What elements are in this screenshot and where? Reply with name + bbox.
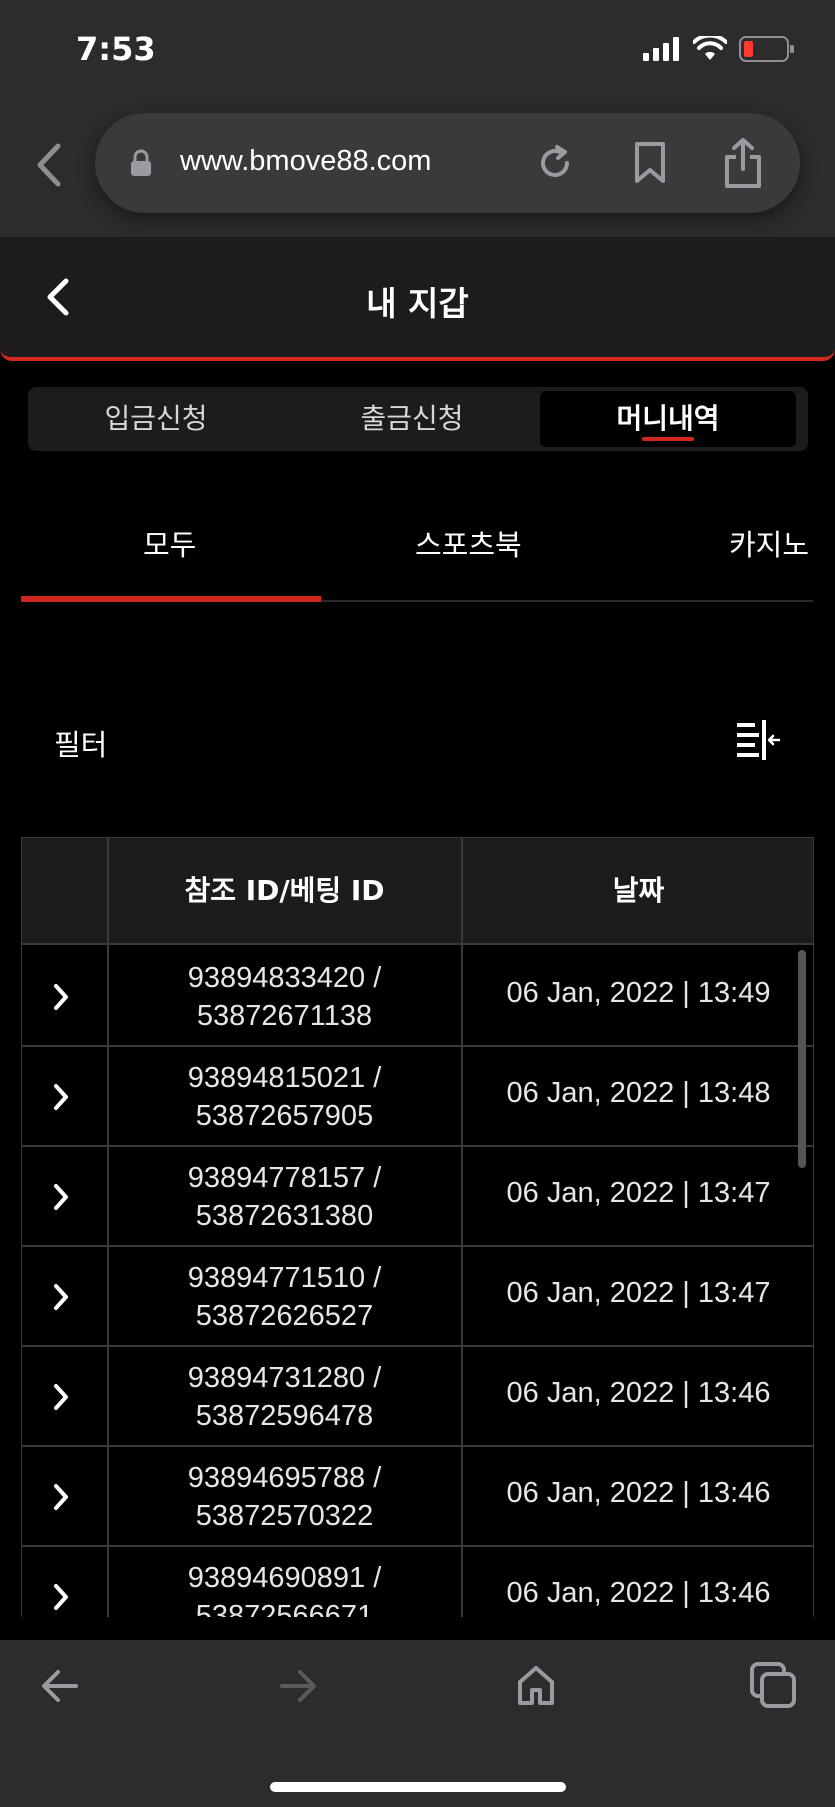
reference-id: 93894695788 / <box>187 1462 382 1494</box>
bet-id: 53872631380 <box>195 1200 374 1232</box>
chevron-right-icon[interactable] <box>52 1083 70 1111</box>
row-date: 06 Jan, 2022 | 13:48 <box>506 1077 771 1109</box>
chevron-right-icon[interactable] <box>52 983 70 1011</box>
column-divider <box>461 838 463 1617</box>
row-date: 06 Jan, 2022 | 13:49 <box>506 977 771 1009</box>
home-icon[interactable] <box>516 1664 556 1706</box>
reload-icon[interactable] <box>535 143 575 183</box>
category-tabs: 모두 스포츠북 카지노 <box>21 500 813 602</box>
chevron-right-icon[interactable] <box>52 1183 70 1211</box>
row-date: 06 Jan, 2022 | 13:47 <box>506 1177 771 1209</box>
reference-ids: 93894690891 / 53872566671 <box>108 1559 461 1617</box>
share-icon[interactable] <box>723 137 763 189</box>
table-row[interactable]: 93894731280 / 53872596478 06 Jan, 2022 | … <box>22 1347 813 1447</box>
tabs-icon[interactable] <box>750 1662 798 1708</box>
battery-low-icon <box>739 36 794 62</box>
table-row[interactable]: 93894833420 / 53872671138 06 Jan, 2022 | … <box>22 947 813 1047</box>
bet-id: 53872570322 <box>195 1500 374 1532</box>
filter-label: 필터 <box>54 728 108 762</box>
bet-id: 53872566671 <box>195 1600 374 1617</box>
chevron-right-icon[interactable] <box>52 1583 70 1611</box>
url-text: www.bmove88.com <box>180 145 432 177</box>
page-title: 내 지갑 <box>366 284 469 323</box>
tab-withdraw-request[interactable]: 출금신청 <box>288 391 536 447</box>
table-header: 참조 ID/베팅 ID 날짜 <box>22 838 813 945</box>
row-date: 06 Jan, 2022 | 13:46 <box>506 1577 771 1609</box>
wifi-icon <box>693 36 727 60</box>
reference-id: 93894731280 / <box>187 1362 382 1394</box>
reference-ids: 93894778157 / 53872631380 <box>108 1159 461 1235</box>
arrow-left-icon[interactable] <box>40 1668 80 1704</box>
bet-id: 53872657905 <box>195 1100 374 1132</box>
tab-money-history[interactable]: 머니내역 <box>540 391 796 447</box>
active-tab-indicator <box>642 437 694 441</box>
table-row[interactable]: 93894771510 / 53872626527 06 Jan, 2022 | … <box>22 1247 813 1347</box>
column-header-date: 날짜 <box>612 874 665 907</box>
reference-ids: 93894695788 / 53872570322 <box>108 1459 461 1535</box>
status-bar: 7:53 <box>0 0 835 105</box>
page-header: 내 지갑 <box>0 237 835 361</box>
browser-bottom-bar <box>0 1640 835 1807</box>
table-row[interactable]: 93894695788 / 53872570322 06 Jan, 2022 | … <box>22 1447 813 1547</box>
reference-ids: 93894771510 / 53872626527 <box>108 1259 461 1335</box>
lock-icon <box>131 149 151 176</box>
tab-money-history-label: 머니내역 <box>616 402 720 435</box>
row-date: 06 Jan, 2022 | 13:46 <box>506 1377 771 1409</box>
table-row[interactable]: 93894690891 / 53872566671 06 Jan, 2022 | … <box>22 1547 813 1617</box>
address-bar[interactable]: www.bmove88.com <box>95 113 800 213</box>
bet-id: 53872626527 <box>195 1300 374 1332</box>
browser-back-button[interactable] <box>28 135 68 195</box>
reference-id: 93894778157 / <box>187 1162 382 1194</box>
cellular-signal-icon <box>643 37 679 61</box>
status-time: 7:53 <box>76 30 156 68</box>
home-indicator <box>270 1782 566 1792</box>
browser-toolbar: www.bmove88.com <box>0 105 835 237</box>
category-tab-casino[interactable]: 카지노 <box>729 522 809 564</box>
reference-id: 93894771510 / <box>187 1262 382 1294</box>
reference-ids: 93894815021 / 53872657905 <box>108 1059 461 1135</box>
wallet-segmented-control: 입금신청 출금신청 머니내역 <box>28 387 808 451</box>
reference-id: 93894815021 / <box>187 1062 382 1094</box>
table-row[interactable]: 93894778157 / 53872631380 06 Jan, 2022 | … <box>22 1147 813 1247</box>
bet-id: 53872671138 <box>196 1000 373 1032</box>
reference-id: 93894833420 / <box>187 962 382 994</box>
reference-ids: 93894731280 / 53872596478 <box>108 1359 461 1435</box>
category-tab-all[interactable]: 모두 <box>143 522 196 564</box>
column-header-reference-id: 참조 ID/베팅 ID <box>184 874 385 907</box>
chevron-right-icon[interactable] <box>52 1483 70 1511</box>
row-date: 06 Jan, 2022 | 13:46 <box>506 1477 771 1509</box>
bet-id: 53872596478 <box>195 1400 374 1432</box>
history-table: 참조 ID/베팅 ID 날짜 93894833420 / 53872671138 … <box>21 837 814 1617</box>
category-tab-sportsbook[interactable]: 스포츠북 <box>415 522 522 564</box>
chevron-right-icon[interactable] <box>52 1383 70 1411</box>
filter-icon[interactable] <box>735 720 781 760</box>
chevron-right-icon[interactable] <box>52 1283 70 1311</box>
status-icons <box>643 36 795 62</box>
tab-deposit-request[interactable]: 입금신청 <box>32 391 280 447</box>
arrow-right-icon[interactable] <box>278 1668 318 1704</box>
row-date: 06 Jan, 2022 | 13:47 <box>506 1277 771 1309</box>
table-scrollbar[interactable] <box>798 950 806 1168</box>
reference-id: 93894690891 / <box>187 1562 382 1594</box>
bookmark-icon[interactable] <box>633 141 667 185</box>
category-active-indicator <box>21 596 321 602</box>
table-row[interactable]: 93894815021 / 53872657905 06 Jan, 2022 | … <box>22 1047 813 1147</box>
chevron-left-icon <box>37 143 61 187</box>
reference-ids: 93894833420 / 53872671138 <box>108 959 461 1035</box>
column-divider <box>107 838 109 1617</box>
